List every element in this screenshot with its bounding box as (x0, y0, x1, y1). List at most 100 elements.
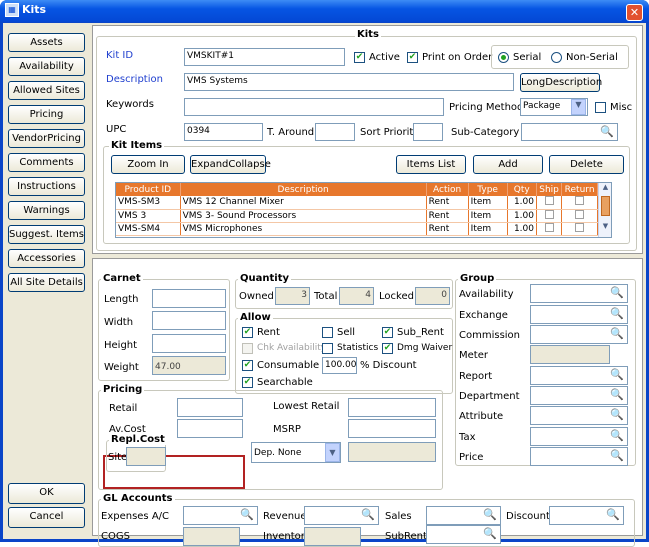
chevron-down-icon[interactable]: ▼ (325, 443, 340, 462)
cogs-field[interactable] (183, 527, 240, 546)
search-icon[interactable]: 🔍 (600, 125, 614, 138)
col-qty[interactable]: Qty (507, 183, 537, 196)
rent-checkbox[interactable]: ✔ (242, 327, 253, 338)
statistics-checkbox[interactable] (322, 343, 333, 354)
description-field[interactable]: VMS Systems (184, 73, 514, 91)
search-icon[interactable]: 🔍 (610, 449, 624, 462)
revenue-field[interactable]: 🔍 (304, 506, 379, 525)
turn-around-field[interactable] (315, 123, 355, 141)
nav-instructions-button[interactable]: Instructions (8, 177, 85, 196)
col-description[interactable]: Description (180, 183, 427, 196)
cell-ship[interactable] (536, 222, 563, 236)
kit-id-field[interactable]: VMSKIT#1 (184, 48, 345, 66)
table-row[interactable]: VMS-SM4 VMS Microphones Rent Item 1.00 (116, 222, 598, 236)
col-action[interactable]: Action (426, 183, 469, 196)
nav-suggest-items-button[interactable]: Suggest. Items (8, 225, 85, 244)
col-return[interactable]: Return (561, 183, 598, 196)
sub-rent-checkbox[interactable]: ✔ (382, 327, 393, 338)
search-icon[interactable]: 🔍 (610, 429, 624, 442)
availability-field[interactable]: 🔍 (530, 284, 628, 303)
zoom-in-button[interactable]: Zoom In (111, 155, 185, 174)
non-serial-radio[interactable] (551, 52, 562, 63)
lowest-retail-field[interactable] (348, 398, 436, 417)
tax-field[interactable]: 🔍 (530, 427, 628, 446)
cell-return[interactable] (561, 196, 598, 210)
nav-assets-button[interactable]: Assets (8, 33, 85, 52)
expand-collapse-button[interactable]: ExpandCollapse (190, 155, 271, 174)
add-button[interactable]: Add (473, 155, 543, 174)
sort-priority-field[interactable] (413, 123, 443, 141)
sub-category-field[interactable]: 🔍 (521, 123, 618, 141)
nav-allowed-sites-button[interactable]: Allowed Sites (8, 81, 85, 100)
search-icon[interactable]: 🔍 (610, 286, 624, 299)
ok-button[interactable]: OK (8, 483, 85, 504)
table-row[interactable]: VMS-SM3 VMS 12 Channel Mixer Rent Item 1… (116, 196, 598, 210)
attribute-field[interactable]: 🔍 (530, 406, 628, 425)
col-type[interactable]: Type (468, 183, 508, 196)
subrent-field[interactable]: 🔍 (426, 525, 501, 544)
items-list-button[interactable]: Items List (396, 155, 466, 174)
weight-field[interactable]: 47.00 (152, 356, 226, 375)
nav-pricing-button[interactable]: Pricing (8, 105, 85, 124)
search-icon[interactable]: 🔍 (610, 327, 624, 340)
report-field[interactable]: 🔍 (530, 366, 628, 385)
search-icon[interactable]: 🔍 (606, 508, 620, 521)
height-field[interactable] (152, 334, 226, 353)
search-icon[interactable]: 🔍 (610, 368, 624, 381)
delete-button[interactable]: Delete (549, 155, 624, 174)
discount-field[interactable]: 100.00 (322, 357, 357, 374)
search-icon[interactable]: 🔍 (483, 527, 497, 540)
kit-items-grid[interactable]: Product ID Description Action Type Qty S… (115, 182, 612, 238)
commission-field[interactable]: 🔍 (530, 325, 628, 344)
owned-field[interactable]: 3 (275, 287, 310, 305)
search-icon[interactable]: 🔍 (610, 408, 624, 421)
meter-field[interactable] (530, 345, 610, 364)
cancel-button[interactable]: Cancel (8, 507, 85, 528)
dep-value-field[interactable] (348, 442, 436, 462)
nav-warnings-button[interactable]: Warnings (8, 201, 85, 220)
site-field[interactable] (126, 447, 166, 466)
av-cost-field[interactable] (177, 419, 243, 438)
keywords-field[interactable] (184, 98, 444, 116)
length-field[interactable] (152, 289, 226, 308)
discount-gl-field[interactable]: 🔍 (549, 506, 624, 525)
grid-scrollbar[interactable]: ▲ ▼ (598, 183, 611, 237)
scroll-up-icon[interactable]: ▲ (599, 183, 611, 195)
nav-availability-button[interactable]: Availability (8, 57, 85, 76)
scroll-down-icon[interactable]: ▼ (599, 222, 611, 234)
chevron-down-icon[interactable]: ▼ (571, 99, 586, 115)
consumable-checkbox[interactable]: ✔ (242, 360, 253, 371)
table-row[interactable]: VMS 3 VMS 3- Sound Processors Rent Item … (116, 209, 598, 223)
serial-radio[interactable] (498, 52, 509, 63)
upc-field[interactable]: 0394 (184, 123, 263, 141)
total-field[interactable]: 4 (339, 287, 374, 305)
width-field[interactable] (152, 311, 226, 330)
msrp-field[interactable] (348, 419, 436, 438)
dmg-waiver-checkbox[interactable]: ✔ (382, 343, 393, 354)
search-icon[interactable]: 🔍 (361, 508, 375, 521)
nav-vendor-pricing-button[interactable]: VendorPricing (8, 129, 85, 148)
locked-field[interactable]: 0 (415, 287, 450, 305)
nav-all-site-details-button[interactable]: All Site Details (8, 273, 85, 292)
close-button[interactable]: ✕ (626, 4, 643, 21)
col-ship[interactable]: Ship (536, 183, 563, 196)
search-icon[interactable]: 🔍 (240, 508, 254, 521)
col-product-id[interactable]: Product ID (116, 183, 181, 196)
print-on-order-checkbox[interactable]: ✔ (407, 52, 418, 63)
department-field[interactable]: 🔍 (530, 386, 628, 405)
sell-checkbox[interactable] (322, 327, 333, 338)
nav-accessories-button[interactable]: Accessories (8, 249, 85, 268)
scroll-thumb[interactable] (601, 196, 610, 216)
exchange-field[interactable]: 🔍 (530, 305, 628, 324)
cell-ship[interactable] (536, 196, 563, 210)
cell-return[interactable] (561, 222, 598, 236)
active-checkbox[interactable]: ✔ (354, 52, 365, 63)
cell-return[interactable] (561, 209, 598, 223)
misc-checkbox[interactable] (595, 102, 606, 113)
long-description-button[interactable]: LongDescription (520, 73, 602, 92)
expenses-field[interactable]: 🔍 (183, 506, 258, 525)
search-icon[interactable]: 🔍 (610, 307, 624, 320)
inventory-field[interactable] (304, 527, 361, 546)
search-icon[interactable]: 🔍 (610, 388, 624, 401)
searchable-checkbox[interactable]: ✔ (242, 377, 253, 388)
